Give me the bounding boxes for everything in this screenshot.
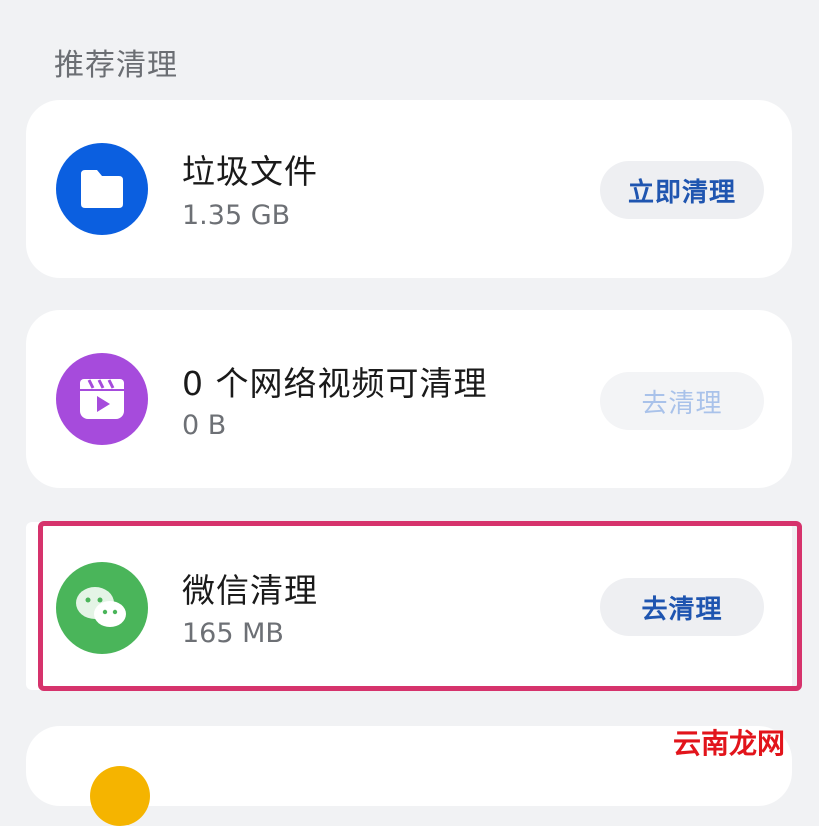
item-title: 垃圾文件 <box>182 152 318 191</box>
section-title: 推荐清理 <box>54 48 178 83</box>
item-icon <box>90 766 150 826</box>
item-size: 165 MB <box>182 618 284 649</box>
watermark: 云南龙网 <box>672 727 785 760</box>
item-title: 0 个网络视频可清理 <box>182 364 488 403</box>
go-clean-button-disabled[interactable]: 去清理 <box>600 372 764 430</box>
video-icon <box>56 353 148 445</box>
item-size: 1.35 GB <box>182 200 291 231</box>
wechat-clean-card: 微信清理 165 MB 去清理 <box>26 522 792 690</box>
folder-icon <box>56 143 148 235</box>
go-clean-button[interactable]: 去清理 <box>600 578 764 636</box>
wechat-icon <box>56 562 148 654</box>
network-video-card: 0 个网络视频可清理 0 B 去清理 <box>26 310 792 488</box>
item-size: 0 B <box>182 410 227 441</box>
clean-now-button[interactable]: 立即清理 <box>600 161 764 219</box>
junk-files-card: 垃圾文件 1.35 GB 立即清理 <box>26 100 792 278</box>
item-title: 微信清理 <box>182 571 318 610</box>
